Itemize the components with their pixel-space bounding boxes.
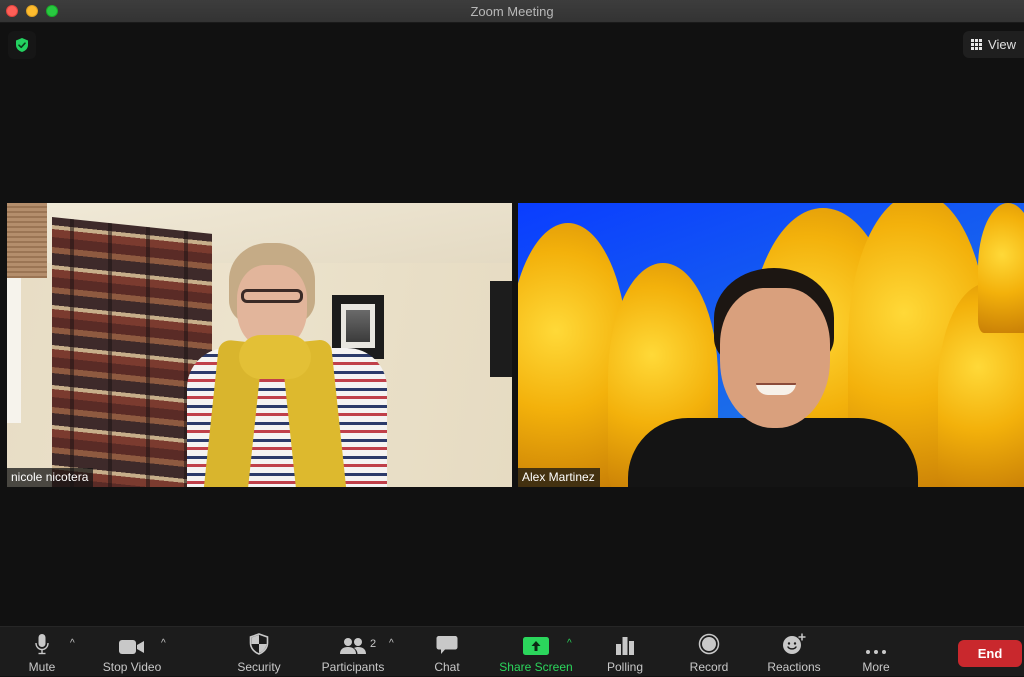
stop-video-label: Stop Video xyxy=(102,660,162,674)
participant-video-person xyxy=(177,243,397,487)
video-tile-participant-1[interactable]: nicole nicotera xyxy=(7,203,512,487)
meeting-area: View nicole nicotera Alex Martinez xyxy=(0,23,1024,626)
reactions-label: Reactions xyxy=(767,660,821,674)
security-label: Security xyxy=(237,660,281,674)
participants-button[interactable]: Participants xyxy=(318,627,388,677)
ellipsis-icon xyxy=(866,650,886,654)
encryption-badge[interactable] xyxy=(8,31,36,59)
shield-check-icon xyxy=(16,38,28,52)
polling-label: Polling xyxy=(606,660,644,674)
share-screen-icon xyxy=(523,637,549,655)
end-meeting-button[interactable]: End xyxy=(958,640,1022,667)
record-label: Record xyxy=(689,660,729,674)
participant-name-label: nicole nicotera xyxy=(7,468,94,487)
video-tile-participant-2[interactable]: Alex Martinez xyxy=(518,203,1024,487)
share-screen-button[interactable]: Share Screen xyxy=(495,627,577,677)
window-blind xyxy=(7,203,47,278)
view-button[interactable]: View xyxy=(963,31,1024,58)
wall-picture-frame xyxy=(490,281,512,377)
more-button[interactable]: More xyxy=(856,627,896,677)
chat-label: Chat xyxy=(434,660,460,674)
virtual-background xyxy=(518,203,1024,487)
window-titlebar: Zoom Meeting xyxy=(0,0,1024,23)
audio-options-caret[interactable]: ^ xyxy=(70,638,75,649)
chat-button[interactable]: Chat xyxy=(427,627,467,677)
participants-label: Participants xyxy=(321,660,385,674)
participant-name-label: Alex Martinez xyxy=(518,468,600,487)
participants-options-caret[interactable]: ^ xyxy=(389,638,394,649)
more-label: More xyxy=(862,660,890,674)
reactions-button[interactable]: Reactions xyxy=(762,627,826,677)
record-icon xyxy=(698,633,720,655)
bar-chart-icon xyxy=(616,637,634,655)
record-button[interactable]: Record xyxy=(686,627,732,677)
view-button-label: View xyxy=(988,37,1016,52)
microphone-icon xyxy=(35,634,49,655)
video-camera-icon xyxy=(119,640,144,654)
stop-video-button[interactable]: Stop Video xyxy=(96,627,168,677)
meeting-controls-toolbar: Mute ^ Stop Video ^ Security Participant… xyxy=(0,626,1024,676)
chat-bubble-icon xyxy=(436,636,458,654)
share-screen-options-caret[interactable]: ^ xyxy=(567,638,572,649)
mute-label: Mute xyxy=(28,660,56,674)
video-options-caret[interactable]: ^ xyxy=(161,638,166,649)
mute-button[interactable]: Mute xyxy=(22,627,62,677)
security-button[interactable]: Security xyxy=(230,627,288,677)
polling-button[interactable]: Polling xyxy=(602,627,648,677)
window-title: Zoom Meeting xyxy=(470,4,554,19)
participant-count: 2 xyxy=(370,638,377,650)
grid-icon xyxy=(971,39,983,50)
shield-icon xyxy=(249,633,269,655)
smiley-plus-icon xyxy=(783,633,806,654)
share-screen-label: Share Screen xyxy=(499,660,573,674)
video-feed xyxy=(7,203,512,487)
participant-video-person xyxy=(628,268,918,487)
participants-icon xyxy=(340,638,366,654)
